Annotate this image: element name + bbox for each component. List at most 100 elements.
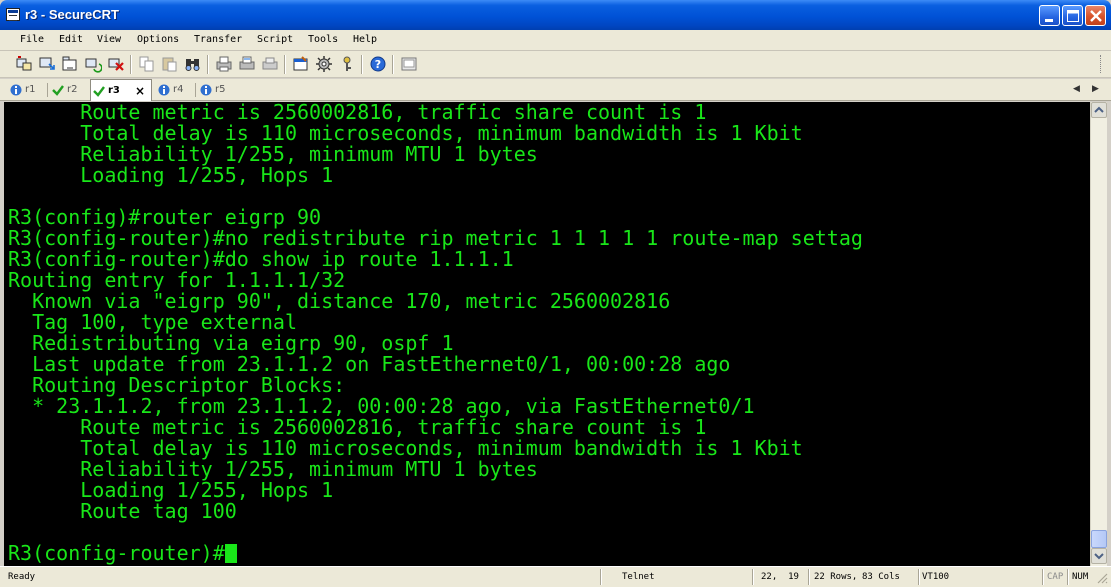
scroll-up-button[interactable]: [1091, 102, 1107, 118]
terminal-line: Reliability 1/255, minimum MTU 1 bytes: [8, 457, 538, 481]
vertical-scrollbar[interactable]: [1090, 102, 1107, 566]
maximize-button[interactable]: [1062, 5, 1083, 26]
tab-r5[interactable]: r5: [198, 81, 236, 100]
menu-edit[interactable]: Edit: [59, 34, 83, 45]
disconnect-icon[interactable]: [107, 55, 125, 73]
tab-separator: [47, 83, 48, 97]
connect-in-tab-icon[interactable]: [61, 55, 79, 73]
status-divider: [1042, 569, 1044, 585]
print-icon[interactable]: [215, 55, 233, 73]
minimize-icon: [1045, 19, 1053, 22]
menu-transfer[interactable]: Transfer: [194, 34, 242, 45]
status-cols: 83 Cols: [862, 572, 900, 582]
status-divider: [808, 569, 810, 585]
toolbar-separator: [130, 55, 132, 74]
terminal-line: Reliability 1/255, minimum MTU 1 bytes: [8, 142, 538, 166]
print-selection-icon[interactable]: [238, 55, 256, 73]
status-divider: [752, 569, 754, 585]
close-button[interactable]: [1085, 5, 1106, 26]
scroll-down-icon: [1094, 553, 1104, 560]
terminal-line: R3(config-router)#do show ip route 1.1.1…: [8, 247, 514, 271]
menu-help[interactable]: Help: [353, 34, 377, 45]
menu-view[interactable]: View: [97, 34, 121, 45]
terminal-prompt-line[interactable]: R3(config-router)#: [8, 543, 863, 564]
menu-script[interactable]: Script: [257, 34, 293, 45]
status-terminal-type: VT100: [922, 572, 950, 582]
status-cursor-position: 22, 19: [761, 572, 799, 582]
svg-text:?: ?: [375, 58, 381, 71]
session-options-icon[interactable]: [292, 55, 310, 73]
toolbar-grip: [1100, 55, 1106, 73]
terminal-line: Routing entry for 1.1.1.1/32: [8, 268, 346, 292]
terminal-line: * 23.1.1.2, from 23.1.1.2, 00:00:28 ago,…: [8, 394, 755, 418]
toolbar-separator: [207, 55, 209, 74]
tab-r1[interactable]: r1: [8, 81, 46, 100]
tab-separator: [195, 83, 196, 97]
terminal-prompt: R3(config-router)#: [8, 541, 225, 565]
securecrt-app-icon[interactable]: [6, 8, 20, 21]
checkmark-icon: [93, 86, 105, 97]
print-screen-icon[interactable]: [261, 55, 279, 73]
toolbar-separator: [284, 55, 286, 74]
minimize-button[interactable]: [1039, 5, 1060, 26]
tab-scroll-right-icon[interactable]: ▶: [1092, 84, 1099, 94]
tab-r4[interactable]: r4: [156, 81, 194, 100]
find-icon[interactable]: [184, 55, 202, 73]
info-icon: [200, 84, 212, 96]
status-rows: 22 Rows,: [814, 572, 858, 582]
tab-r2[interactable]: r2: [50, 81, 90, 100]
toolbar-separator: [361, 55, 363, 74]
menu-file[interactable]: File: [20, 34, 44, 45]
terminal-line: Tag 100, type external: [8, 310, 297, 334]
tab-label: r3: [108, 85, 120, 96]
info-icon: [158, 84, 170, 96]
tab-scroll-left-icon[interactable]: ◀: [1073, 84, 1080, 94]
tab-r3[interactable]: r3 ×: [90, 79, 152, 101]
menu-bar: File Edit View Options Transfer Script T…: [0, 30, 1111, 51]
status-divider: [600, 569, 602, 585]
scroll-down-button[interactable]: [1091, 548, 1107, 564]
maximize-icon: [1067, 10, 1079, 22]
tab-label: r5: [215, 84, 226, 95]
scroll-up-icon: [1094, 106, 1104, 113]
status-text: Ready: [8, 572, 36, 582]
terminal-line: Loading 1/255, Hops 1: [8, 478, 334, 502]
tab-label: r1: [25, 84, 36, 95]
status-bar: Ready Telnet 22, 19 22 Rows, 83 Cols VT1…: [0, 566, 1111, 587]
checkmark-icon: [52, 85, 64, 96]
status-protocol: Telnet: [622, 572, 655, 582]
help-icon[interactable]: ?: [369, 55, 387, 73]
terminal-line: Route metric is 2560002816, traffic shar…: [8, 102, 707, 124]
terminal-screen[interactable]: Route metric is 2560002816, traffic shar…: [4, 102, 1090, 566]
status-caps: CAP: [1047, 572, 1064, 582]
terminal-line: Known via "eigrp 90", distance 170, metr…: [8, 289, 671, 313]
title-bar[interactable]: r3 - SecureCRT: [0, 0, 1111, 30]
paste-icon[interactable]: [161, 55, 179, 73]
copy-icon[interactable]: [138, 55, 156, 73]
status-divider: [1067, 569, 1069, 585]
connect-icon[interactable]: [15, 55, 33, 73]
quick-connect-icon[interactable]: [38, 55, 56, 73]
text-cursor: [224, 544, 237, 563]
scroll-thumb[interactable]: [1091, 530, 1107, 548]
keymap-icon[interactable]: [338, 55, 356, 73]
terminal-line: Loading 1/255, Hops 1: [8, 163, 334, 187]
menu-tools[interactable]: Tools: [308, 34, 338, 45]
status-num: NUM: [1072, 572, 1089, 582]
close-tab-icon[interactable]: ×: [135, 84, 145, 98]
terminal-line: Total delay is 110 microseconds, minimum…: [8, 436, 803, 460]
terminal-line: R3(config-router)#no redistribute rip me…: [8, 226, 863, 250]
resize-grip-icon[interactable]: [1096, 572, 1108, 584]
terminal-line: Routing Descriptor Blocks:: [8, 373, 346, 397]
sftp-icon[interactable]: [400, 55, 418, 73]
terminal-line: Total delay is 110 microseconds, minimum…: [8, 121, 803, 145]
session-tab-strip: r1 r2 r3 × r4 r5 ◀ ▶: [0, 79, 1111, 101]
close-icon: [1090, 10, 1102, 22]
terminal-output: Route metric is 2560002816, traffic shar…: [8, 102, 863, 564]
global-options-icon[interactable]: [315, 55, 333, 73]
terminal-line: Last update from 23.1.1.2 on FastEtherne…: [8, 352, 731, 376]
reconnect-icon[interactable]: [84, 55, 102, 73]
menu-options[interactable]: Options: [137, 34, 179, 45]
